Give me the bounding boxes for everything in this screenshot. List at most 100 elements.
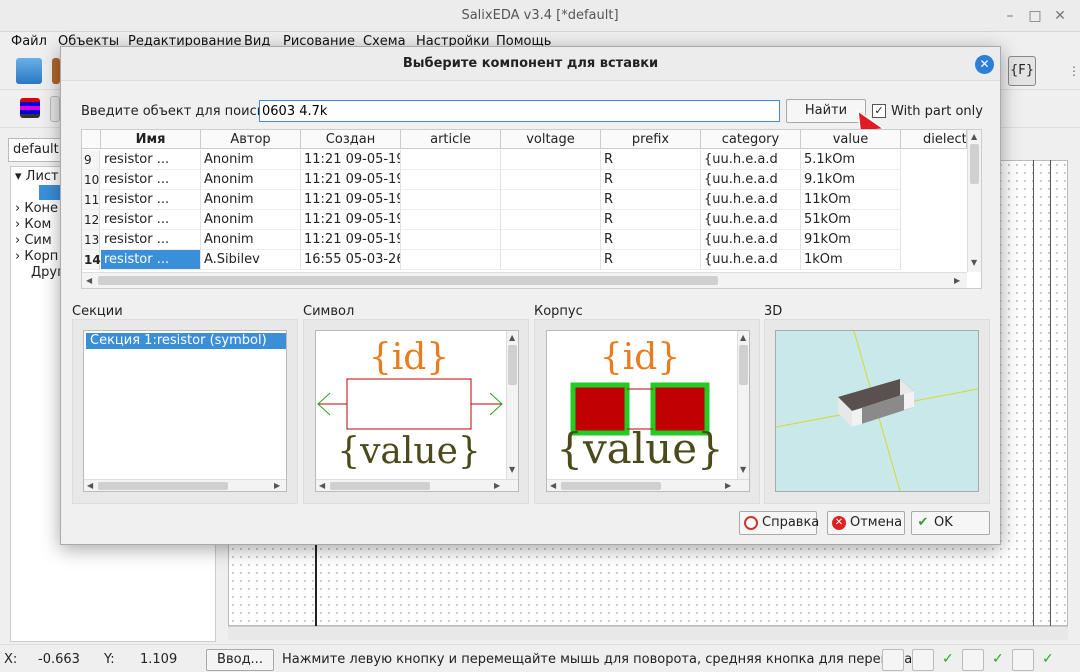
table-cell-created[interactable]: 11:21 09-05-19 (301, 230, 401, 250)
column-header[interactable]: dielectr (901, 130, 967, 149)
table-cell-author[interactable]: Anonim (201, 230, 301, 250)
minimize-icon[interactable]: – (1000, 6, 1020, 26)
table-cell-value[interactable]: 9.1kOm (801, 170, 901, 190)
canvas-hscrollbar[interactable] (228, 626, 1068, 640)
table-cell-voltage[interactable] (501, 250, 601, 270)
column-header[interactable]: article (401, 130, 501, 149)
table-cell-article[interactable] (401, 250, 501, 270)
more-icon[interactable]: ⋮ (1068, 64, 1080, 78)
view3d-viewport[interactable] (775, 330, 979, 492)
table-hscrollbar[interactable]: ◀ ▶ (82, 272, 967, 288)
table-cell-prefix[interactable]: R (601, 190, 701, 210)
table-cell-article[interactable] (401, 150, 501, 170)
scroll-right-icon[interactable]: ▶ (725, 481, 731, 490)
table-cell-name[interactable]: resistor ... (101, 250, 201, 270)
scroll-thumb[interactable] (739, 345, 748, 385)
input-button[interactable]: Ввод... (206, 649, 274, 671)
table-cell-author[interactable]: Anonim (201, 150, 301, 170)
tool-icon[interactable] (50, 96, 60, 122)
library-combo[interactable]: default (8, 138, 68, 162)
sections-list[interactable]: Секция 1:resistor (symbol) ◀ ▶ (83, 330, 287, 492)
column-header[interactable]: Имя (101, 130, 201, 149)
tree-item[interactable]: Друг (31, 265, 64, 280)
row-number[interactable]: 11 (82, 190, 100, 210)
symbol-vscrollbar[interactable]: ▲ ▼ (506, 331, 518, 479)
column-header[interactable]: voltage (501, 130, 601, 149)
scroll-down-icon[interactable]: ▼ (971, 258, 977, 267)
table-cell-article[interactable] (401, 170, 501, 190)
table-cell-author[interactable]: Anonim (201, 170, 301, 190)
table-cell-category[interactable]: {uu.h.e.a.d (701, 190, 801, 210)
table-cell-value[interactable]: 1kOm (801, 250, 901, 270)
scroll-left-icon[interactable]: ◀ (319, 481, 325, 490)
table-cell-author[interactable]: Anonim (201, 210, 301, 230)
table-cell-prefix[interactable]: R (601, 250, 701, 270)
open-file-icon[interactable] (52, 58, 60, 84)
table-cell-created[interactable]: 16:55 05-03-26 (301, 250, 401, 270)
column-header[interactable]: value (801, 130, 901, 149)
table-cell-category[interactable]: {uu.h.e.a.d (701, 150, 801, 170)
scroll-thumb[interactable] (98, 482, 228, 490)
table-cell-prefix[interactable]: R (601, 210, 701, 230)
scroll-down-icon[interactable]: ▼ (740, 465, 746, 474)
scroll-left-icon[interactable]: ◀ (87, 481, 93, 490)
column-header[interactable]: Создан (301, 130, 401, 149)
scroll-thumb[interactable] (970, 144, 979, 184)
table-cell-prefix[interactable]: R (601, 230, 701, 250)
sections-hscrollbar[interactable]: ◀ ▶ (84, 479, 286, 491)
section-item[interactable]: Секция 1:resistor (symbol) (86, 333, 286, 349)
row-number[interactable]: 13 (82, 230, 100, 250)
table-cell-category[interactable]: {uu.h.e.a.d (701, 230, 801, 250)
scroll-left-icon[interactable]: ◀ (550, 481, 556, 490)
table-cell-article[interactable] (401, 190, 501, 210)
robot-icon[interactable] (912, 649, 934, 671)
column-header[interactable]: Автор (201, 130, 301, 149)
table-cell-name[interactable]: resistor ... (101, 210, 201, 230)
package-hscrollbar[interactable]: ◀ ▶ (547, 479, 749, 491)
table-cell-category[interactable]: {uu.h.e.a.d (701, 170, 801, 190)
table-cell-author[interactable]: Anonim (201, 190, 301, 210)
scroll-up-icon[interactable]: ▲ (509, 333, 515, 342)
scroll-thumb[interactable] (561, 482, 661, 490)
book-icon[interactable] (1012, 649, 1034, 671)
table-cell-value[interactable]: 5.1kOm (801, 150, 901, 170)
tree-item[interactable]: ▾ Лист (15, 169, 59, 184)
table-cell-author[interactable]: A.Sibilev (201, 250, 301, 270)
scroll-thumb[interactable] (330, 482, 430, 490)
tree-item[interactable]: › Корп (15, 249, 58, 264)
close-window-icon[interactable]: ✕ (1050, 6, 1070, 26)
scroll-up-icon[interactable]: ▲ (971, 132, 977, 141)
component-table[interactable]: Имя Автор Создан article voltage prefix … (81, 129, 982, 289)
find-button[interactable]: Найти (786, 99, 866, 123)
help-button[interactable]: Справка (739, 511, 819, 535)
close-icon[interactable]: ✕ (975, 55, 994, 74)
column-header[interactable]: prefix (601, 130, 701, 149)
formula-icon[interactable]: {F} (1008, 56, 1036, 86)
movie-icon[interactable] (882, 649, 904, 671)
row-number[interactable]: 14 (82, 250, 101, 270)
table-cell-article[interactable] (401, 230, 501, 250)
expand-right-icon[interactable]: › (15, 249, 20, 264)
scroll-thumb[interactable] (508, 345, 517, 385)
table-cell-name[interactable]: resistor ... (101, 170, 201, 190)
table-cell-value[interactable]: 11kOm (801, 190, 901, 210)
table-cell-voltage[interactable] (501, 230, 601, 250)
table-cell-name[interactable]: resistor ... (101, 230, 201, 250)
scroll-right-icon[interactable]: ▶ (274, 481, 280, 490)
layers-icon[interactable] (20, 98, 40, 118)
table-cell-voltage[interactable] (501, 190, 601, 210)
table-vscrollbar[interactable]: ▲ ▼ (967, 130, 981, 272)
table-cell-created[interactable]: 11:21 09-05-19 (301, 170, 401, 190)
table-cell-created[interactable]: 11:21 09-05-19 (301, 150, 401, 170)
table-cell-voltage[interactable] (501, 150, 601, 170)
expand-down-icon[interactable]: ▾ (15, 169, 22, 184)
expand-right-icon[interactable]: › (15, 233, 20, 248)
scroll-down-icon[interactable]: ▼ (509, 465, 515, 474)
table-cell-name[interactable]: resistor ... (101, 190, 201, 210)
tree-item[interactable]: › Сим (15, 233, 52, 248)
menu-file[interactable]: Файл (11, 34, 47, 49)
table-cell-created[interactable]: 11:21 09-05-19 (301, 190, 401, 210)
expand-right-icon[interactable]: › (15, 217, 20, 232)
tree-item[interactable]: › Ком (15, 217, 51, 232)
tree-item[interactable]: › Коне (15, 201, 58, 216)
